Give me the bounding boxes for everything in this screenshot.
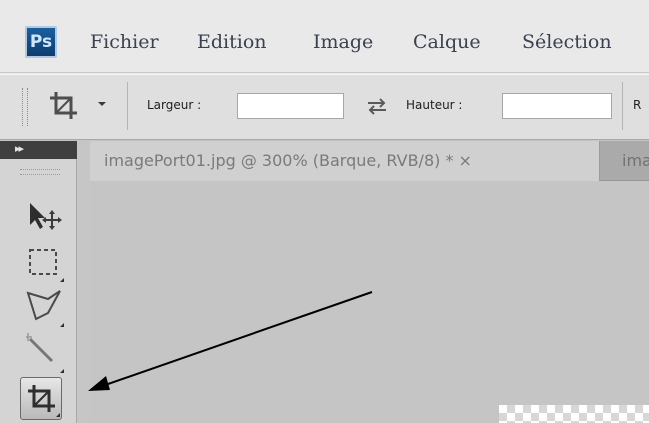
collapse-panel-icon[interactable]: ▸▸ — [15, 140, 24, 158]
options-bar-grip[interactable] — [22, 88, 28, 126]
menu-selection[interactable]: Sélection — [522, 28, 612, 56]
resolution-label-truncated: R — [633, 98, 642, 112]
width-label: Largeur : — [147, 98, 202, 112]
tools-panel-grip[interactable] — [20, 169, 60, 175]
magic-wand-icon[interactable] — [18, 331, 66, 375]
marquee-icon[interactable] — [18, 240, 66, 284]
tool-preset-dropdown-icon[interactable] — [96, 99, 108, 109]
polygonal-lasso-icon[interactable] — [18, 285, 66, 329]
height-label: Hauteur : — [406, 98, 463, 112]
menu-divider — [0, 72, 649, 73]
height-input[interactable] — [502, 93, 612, 119]
second-document-tab[interactable]: ima — [622, 149, 649, 173]
tools-panel-header — [0, 141, 77, 159]
document-canvas[interactable] — [90, 181, 649, 423]
crop-icon[interactable] — [46, 88, 82, 124]
options-divider — [127, 82, 128, 130]
menu-fichier[interactable]: Fichier — [90, 28, 159, 56]
menu-edition[interactable]: Edition — [197, 28, 267, 56]
width-input[interactable] — [237, 93, 344, 119]
transparent-canvas-area — [499, 405, 649, 423]
swap-arrows-icon[interactable] — [365, 96, 389, 116]
crop-icon — [28, 385, 60, 417]
menu-calque[interactable]: Calque — [413, 28, 481, 56]
photoshop-logo[interactable]: Ps — [25, 26, 57, 58]
menu-image[interactable]: Image — [313, 28, 373, 56]
options-divider — [622, 82, 623, 130]
document-tab-title[interactable]: imagePort01.jpg @ 300% (Barque, RVB/8) *… — [104, 149, 472, 173]
move-tool-icon[interactable] — [18, 195, 66, 239]
